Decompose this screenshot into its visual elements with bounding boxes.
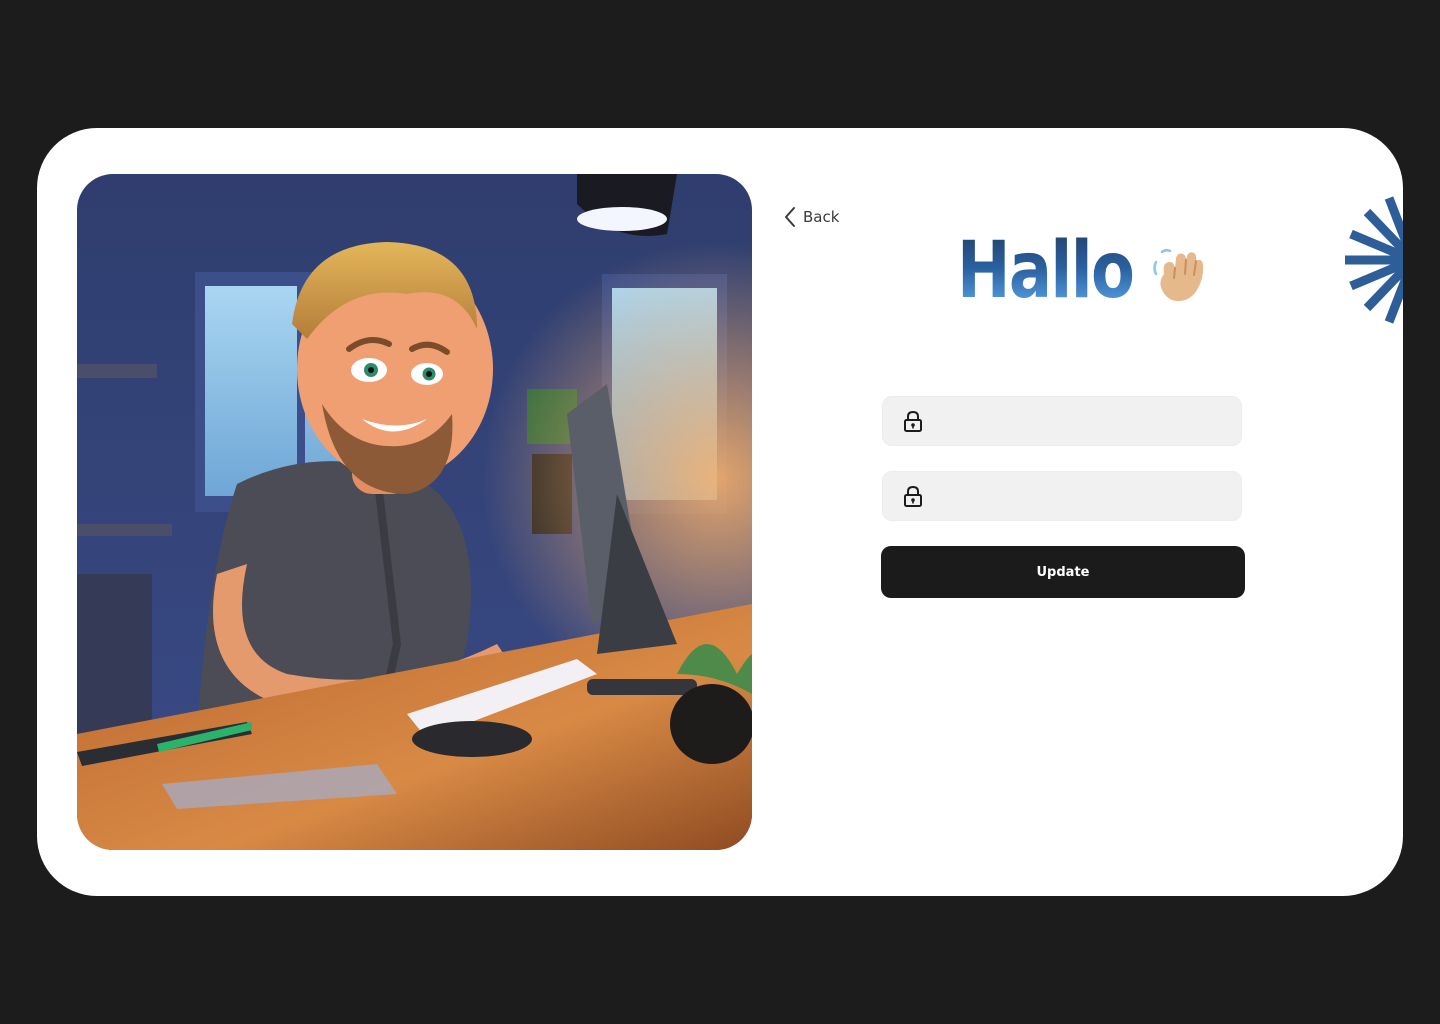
waving-hand-icon [1153, 248, 1204, 302]
confirm-password-field[interactable] [882, 471, 1242, 521]
back-label: Back [803, 208, 840, 226]
developer-at-desk-illustration [77, 174, 752, 850]
hero-illustration [77, 174, 752, 850]
update-button[interactable]: Update [881, 546, 1245, 598]
login-card: Back Hallo Update [37, 128, 1403, 896]
confirm-password-input[interactable] [935, 471, 1225, 521]
page-title: Hallo [957, 226, 1135, 316]
greeting-heading: Hallo [957, 232, 1212, 310]
chevron-left-icon [783, 206, 797, 228]
lock-icon [904, 485, 922, 507]
password-input[interactable] [935, 396, 1225, 446]
sunburst-icon [1345, 196, 1403, 324]
password-field[interactable] [882, 396, 1242, 446]
lock-icon [904, 410, 922, 432]
back-button[interactable]: Back [783, 206, 839, 228]
